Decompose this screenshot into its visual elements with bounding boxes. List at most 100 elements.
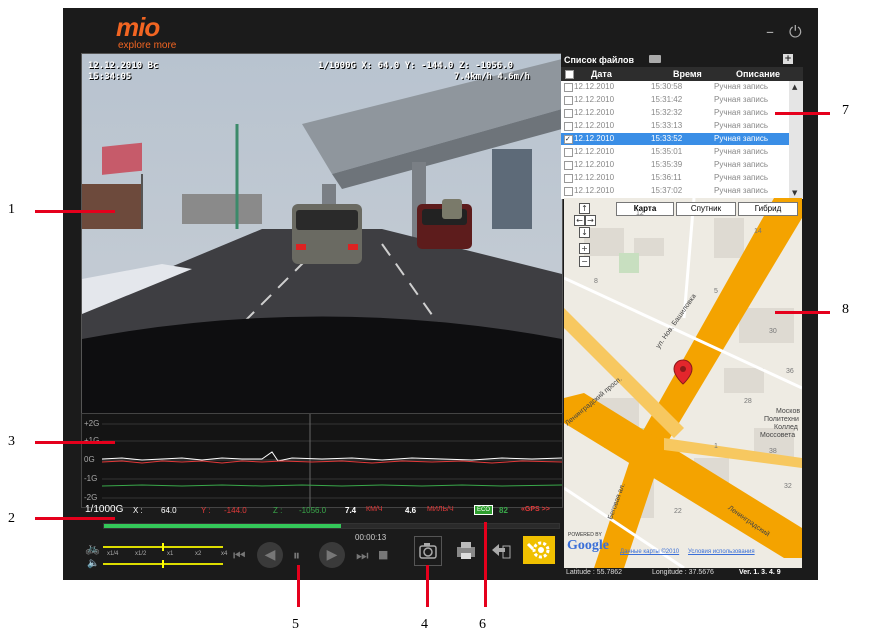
row-checkbox[interactable] (564, 109, 573, 118)
file-list-row[interactable]: 12.12.2010 15:37:02 Ручная запись (561, 185, 789, 197)
house-number: 14 (754, 228, 762, 235)
pan-right-icon[interactable]: → (585, 215, 596, 226)
row-date: 12.12.2010 (574, 173, 615, 182)
row-time: 15:36:11 (651, 173, 682, 182)
scroll-up-icon[interactable]: ▲ (792, 83, 797, 91)
row-date: 12.12.2010 (574, 95, 615, 104)
previous-file-icon[interactable]: ⏮ (233, 548, 246, 564)
gsensor-tick: -2G (84, 493, 98, 502)
road-scene (82, 54, 562, 414)
folder-icon[interactable] (649, 55, 661, 63)
row-time: 15:33:13 (651, 121, 683, 130)
zoom-in-icon[interactable]: + (579, 243, 590, 254)
speed-slider-knob[interactable] (162, 543, 164, 551)
row-time: 15:33:52 (651, 134, 683, 143)
place-label: Коллед (774, 424, 798, 431)
row-checkbox[interactable] (564, 148, 573, 157)
map-type-hybrid[interactable]: Гибрид (738, 202, 798, 216)
printer-icon (457, 542, 475, 559)
file-list-title: Список файлов (564, 55, 635, 65)
callout-line (484, 522, 487, 607)
column-date[interactable]: Дата (591, 69, 612, 79)
y-label: Y : (201, 506, 211, 515)
video-speed-readout: 7.4km/h 4.6m/h (454, 72, 530, 82)
next-file-icon[interactable]: ⏭ (356, 548, 369, 564)
row-checkbox[interactable] (564, 83, 573, 92)
gsensor-y-line (101, 460, 562, 464)
pan-up-icon[interactable]: ↑ (579, 203, 590, 214)
file-list-row[interactable]: 12.12.2010 15:30:58 Ручная запись (561, 81, 789, 93)
pan-left-icon[interactable]: ← (574, 215, 585, 226)
row-checkbox[interactable] (564, 96, 573, 105)
house-number: 36 (786, 368, 794, 375)
playback-progress[interactable] (103, 523, 560, 529)
file-list-row[interactable]: 12.12.2010 15:31:42 Ручная запись (561, 94, 789, 106)
stop-button[interactable]: ■ (378, 548, 388, 561)
gsensor-scale: 1/1000G (85, 504, 124, 515)
callout-number: 6 (479, 617, 486, 632)
terms-link[interactable]: Условия использования (688, 549, 755, 555)
callout-line (35, 517, 115, 520)
map-data-link[interactable]: Данные карты ©2010 (620, 549, 679, 555)
file-list-row[interactable]: ✓ 12.12.2010 15:33:52 Ручная запись (561, 133, 789, 145)
settings-button[interactable] (523, 536, 555, 564)
pan-down-icon[interactable]: ↓ (579, 227, 590, 238)
brand-tagline: explore more (118, 40, 177, 51)
file-list-scrollbar[interactable]: ▲ ▼ (789, 81, 803, 199)
x-value: 64.0 (161, 506, 177, 515)
print-button[interactable] (453, 536, 479, 564)
row-date: 12.12.2010 (574, 121, 615, 130)
export-button[interactable] (487, 536, 513, 564)
column-time[interactable]: Время (673, 69, 702, 79)
video-player[interactable]: 12.12.2010 Bc 15:34:05 1/1000G X: 64.0 Y… (81, 53, 563, 415)
volume-slider[interactable] (103, 560, 223, 568)
z-value: -1056.0 (299, 506, 327, 515)
speed-tick: x1/2 (135, 551, 147, 557)
x-label: X : (133, 506, 143, 515)
fast-forward-button[interactable]: ▶ (319, 542, 345, 568)
zoom-out-icon[interactable]: − (579, 256, 590, 267)
volume-slider-knob[interactable] (162, 560, 164, 568)
gps-toggle[interactable]: «GPS >> (521, 506, 550, 513)
gear-icon (526, 541, 550, 559)
row-description: Ручная запись (714, 134, 769, 143)
callout-line (35, 210, 115, 213)
map-type-map[interactable]: Карта (616, 202, 674, 216)
row-time: 15:31:42 (651, 95, 683, 104)
row-checkbox[interactable] (564, 122, 573, 131)
add-file-icon[interactable]: + (783, 54, 793, 64)
snapshot-button[interactable] (414, 536, 442, 566)
row-checkbox[interactable]: ✓ (564, 135, 573, 144)
row-description: Ручная запись (714, 160, 769, 169)
minimize-icon[interactable]: – (766, 24, 774, 40)
file-list-row[interactable]: 12.12.2010 15:32:32 Ручная запись (561, 107, 789, 119)
column-description[interactable]: Описание (736, 69, 780, 79)
callout-line (35, 441, 115, 444)
pause-button[interactable]: ⏸ (293, 548, 300, 564)
callout-number: 5 (292, 617, 299, 632)
map-panel[interactable]: Карта Спутник Гибрид ↑ ← → ↓ + − ул. Нов… (564, 198, 802, 568)
file-list-row[interactable]: 12.12.2010 15:33:13 Ручная запись (561, 120, 789, 132)
map-type-satellite[interactable]: Спутник (676, 202, 736, 216)
playback-speed-slider[interactable] (103, 543, 223, 551)
row-description: Ручная запись (714, 95, 769, 104)
row-checkbox[interactable] (564, 187, 573, 196)
version-label: Ver. 1. 3. 4. 9 (739, 569, 781, 576)
rewind-button[interactable]: ◀ (257, 542, 283, 568)
power-icon[interactable]: ⏻ (789, 24, 802, 40)
file-list-row[interactable]: 12.12.2010 15:35:01 Ручная запись (561, 146, 789, 158)
scroll-down-icon[interactable]: ▼ (792, 189, 797, 197)
file-list-row[interactable]: 12.12.2010 15:35:39 Ручная запись (561, 159, 789, 171)
house-number: 22 (674, 508, 682, 515)
select-all-checkbox[interactable] (565, 70, 574, 79)
row-description: Ручная запись (714, 186, 769, 195)
house-number: 38 (769, 448, 777, 455)
callout-line (297, 565, 300, 607)
brand-wordmark: mio (116, 12, 160, 42)
row-checkbox[interactable] (564, 174, 573, 183)
gsensor-z-line (101, 484, 562, 487)
callout-number: 1 (8, 202, 15, 217)
file-list-row[interactable]: 12.12.2010 15:36:11 Ручная запись (561, 172, 789, 184)
place-label: Моссовета (760, 432, 796, 439)
row-checkbox[interactable] (564, 161, 573, 170)
